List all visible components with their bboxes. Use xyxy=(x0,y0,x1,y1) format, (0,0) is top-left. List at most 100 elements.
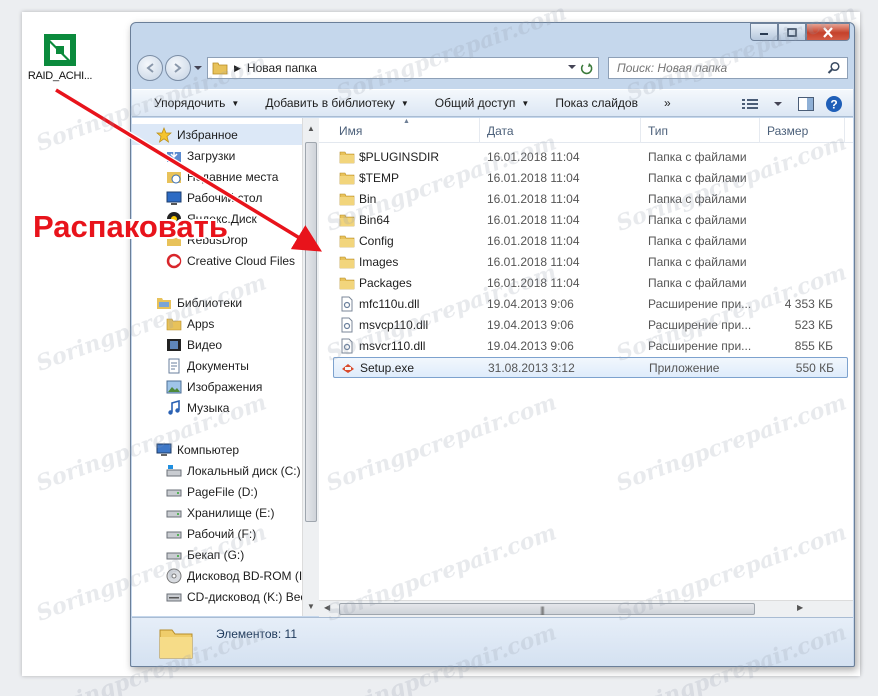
column-divider[interactable] xyxy=(844,118,845,143)
view-controls: ? xyxy=(733,93,845,115)
desktop-icon-raid[interactable]: RAID_ACHI... xyxy=(24,34,96,82)
forward-arrow-icon xyxy=(174,63,182,73)
hard-drive-icon xyxy=(166,489,182,496)
column-headers: ▲ Имя Дата Тип Размер xyxy=(319,118,853,143)
item-count: Элементов: 11 xyxy=(216,627,297,641)
view-options-button[interactable] xyxy=(739,93,761,115)
grip-icon: ||| xyxy=(540,605,545,615)
file-type: Расширение при... xyxy=(648,318,752,332)
share-menu[interactable]: Общий доступ ▼ xyxy=(435,96,530,110)
nav-drive-i[interactable]: Дисковод BD-ROM (I xyxy=(132,565,304,586)
nav-libraries-label: Библиотеки xyxy=(177,295,243,310)
recent-pages-dropdown[interactable] xyxy=(193,55,203,81)
nav-apps[interactable]: Apps xyxy=(132,313,304,334)
cd-drive-icon xyxy=(166,593,182,601)
nav-video[interactable]: Видео xyxy=(132,334,304,355)
nav-pictures[interactable]: Изображения xyxy=(132,376,304,397)
nav-libraries[interactable]: Библиотеки xyxy=(132,292,304,313)
file-list-hscrollbar[interactable]: ◀ ||| ▶ xyxy=(319,600,853,617)
column-divider[interactable] xyxy=(479,118,480,143)
file-row[interactable]: Bin64 16.01.2018 11:04 Папка с файлами xyxy=(333,210,848,231)
file-name: Config xyxy=(359,234,394,248)
nav-drive-f[interactable]: Рабочий (F:) xyxy=(132,523,304,544)
close-button[interactable] xyxy=(806,23,850,41)
nav-pictures-label: Изображения xyxy=(187,379,263,394)
column-divider[interactable] xyxy=(640,118,641,143)
preview-pane-button[interactable] xyxy=(795,93,817,115)
organize-menu[interactable]: Упорядочить ▼ xyxy=(154,96,239,110)
column-divider[interactable] xyxy=(759,118,760,143)
minimize-button[interactable] xyxy=(750,23,778,41)
scroll-left-icon[interactable]: ◀ xyxy=(324,603,330,612)
maximize-button[interactable] xyxy=(778,23,806,41)
column-header-name[interactable]: Имя xyxy=(339,124,362,138)
nav-music[interactable]: Музыка xyxy=(132,397,304,418)
file-type: Расширение при... xyxy=(648,339,752,353)
nav-drive-d[interactable]: PageFile (D:) xyxy=(132,481,304,502)
file-row[interactable]: mfc110u.dll 19.04.2013 9:06 Расширение при… xyxy=(333,294,848,315)
file-row[interactable]: Config 16.01.2018 11:04 Папка с файлами xyxy=(333,231,848,252)
scroll-right-icon[interactable]: ▶ xyxy=(797,603,803,612)
file-type: Приложение xyxy=(649,361,720,375)
column-header-type[interactable]: Тип xyxy=(648,124,668,138)
folder-icon xyxy=(212,62,228,75)
scroll-down-icon[interactable]: ▼ xyxy=(307,602,315,611)
search-box[interactable] xyxy=(608,57,848,79)
file-name: Bin64 xyxy=(359,213,390,227)
nav-pane-scrollbar[interactable]: ▲ ▼ xyxy=(302,118,319,616)
add-to-library-menu[interactable]: Добавить в библиотеку ▼ xyxy=(265,96,408,110)
nav-favorites[interactable]: Избранное xyxy=(132,124,304,145)
slideshow-button[interactable]: Показ слайдов xyxy=(555,96,638,110)
forward-button[interactable] xyxy=(165,55,191,81)
scroll-up-icon[interactable]: ▲ xyxy=(307,124,315,133)
nav-recent-places[interactable]: Недавние места xyxy=(132,166,304,187)
nav-drive-g[interactable]: Бекап (G:) xyxy=(132,544,304,565)
refresh-icon[interactable] xyxy=(579,61,595,77)
hscroll-thumb[interactable]: ||| xyxy=(339,603,755,615)
slideshow-label: Показ слайдов xyxy=(555,96,638,110)
file-row[interactable]: Setup.exe 31.08.2013 3:12 Приложение 550 КБ xyxy=(333,357,848,378)
file-row[interactable]: msvcp110.dll 19.04.2013 9:06 Расширение пр… xyxy=(333,315,848,336)
file-row[interactable]: $PLUGINSDIR 16.01.2018 11:04 Папка с файла… xyxy=(333,147,848,168)
nav-drive-e[interactable]: Хранилище (E:) xyxy=(132,502,304,523)
nav-downloads[interactable]: Загрузки xyxy=(132,145,304,166)
nav-documents[interactable]: Документы xyxy=(132,355,304,376)
search-input[interactable] xyxy=(617,61,817,75)
file-row[interactable]: Bin 16.01.2018 11:04 Папка с файлами xyxy=(333,189,848,210)
nav-creative-cloud[interactable]: Creative Cloud Files xyxy=(132,250,304,271)
file-type: Папка с файлами xyxy=(648,213,747,227)
chevron-down-icon xyxy=(194,66,202,70)
desktop-icon-label: RAID_ACHI... xyxy=(27,70,93,82)
amd-logo-icon xyxy=(44,34,76,66)
more-commands-button[interactable]: » xyxy=(664,96,671,110)
chevron-down-icon[interactable] xyxy=(568,64,576,70)
help-button[interactable]: ? xyxy=(823,93,845,115)
nav-computer[interactable]: Компьютер xyxy=(132,439,304,460)
nav-scroll-thumb[interactable] xyxy=(305,142,317,522)
svg-text:?: ? xyxy=(830,98,837,112)
file-row[interactable]: msvcr110.dll 19.04.2013 9:06 Расширение пр… xyxy=(333,336,848,357)
address-bar[interactable]: ▶ Новая папка xyxy=(207,57,599,79)
folder-icon xyxy=(339,172,355,185)
breadcrumb-current-folder[interactable]: Новая папка xyxy=(247,61,317,75)
file-name: Bin xyxy=(359,192,377,206)
nav-desktop[interactable]: Рабочий стол xyxy=(132,187,304,208)
column-header-date[interactable]: Дата xyxy=(487,124,514,138)
nav-drive-c-label: Локальный диск (C:) xyxy=(187,463,301,478)
file-name: Images xyxy=(359,255,399,269)
nav-drive-c[interactable]: Локальный диск (C:) xyxy=(132,460,304,481)
nav-drive-k[interactable]: CD-дисковод (K:) Bee xyxy=(132,586,304,607)
file-date: 16.01.2018 11:04 xyxy=(487,171,580,185)
back-button[interactable] xyxy=(137,55,163,81)
file-date: 16.01.2018 11:04 xyxy=(487,192,580,206)
column-header-size[interactable]: Размер xyxy=(767,124,808,138)
file-row[interactable]: Images 16.01.2018 11:04 Папка с файлами xyxy=(333,252,848,273)
share-label: Общий доступ xyxy=(434,96,516,110)
file-size: 550 КБ xyxy=(795,361,834,375)
file-row[interactable]: $TEMP 16.01.2018 11:04 Папка с файлами xyxy=(333,168,848,189)
view-dropdown[interactable] xyxy=(767,93,789,115)
nav-desktop-label: Рабочий стол xyxy=(187,190,263,205)
file-row[interactable]: Packages 16.01.2018 11:04 Папка с файлами xyxy=(333,273,848,294)
search-icon[interactable] xyxy=(827,61,841,75)
breadcrumb-separator-icon[interactable]: ▶ xyxy=(234,63,241,74)
